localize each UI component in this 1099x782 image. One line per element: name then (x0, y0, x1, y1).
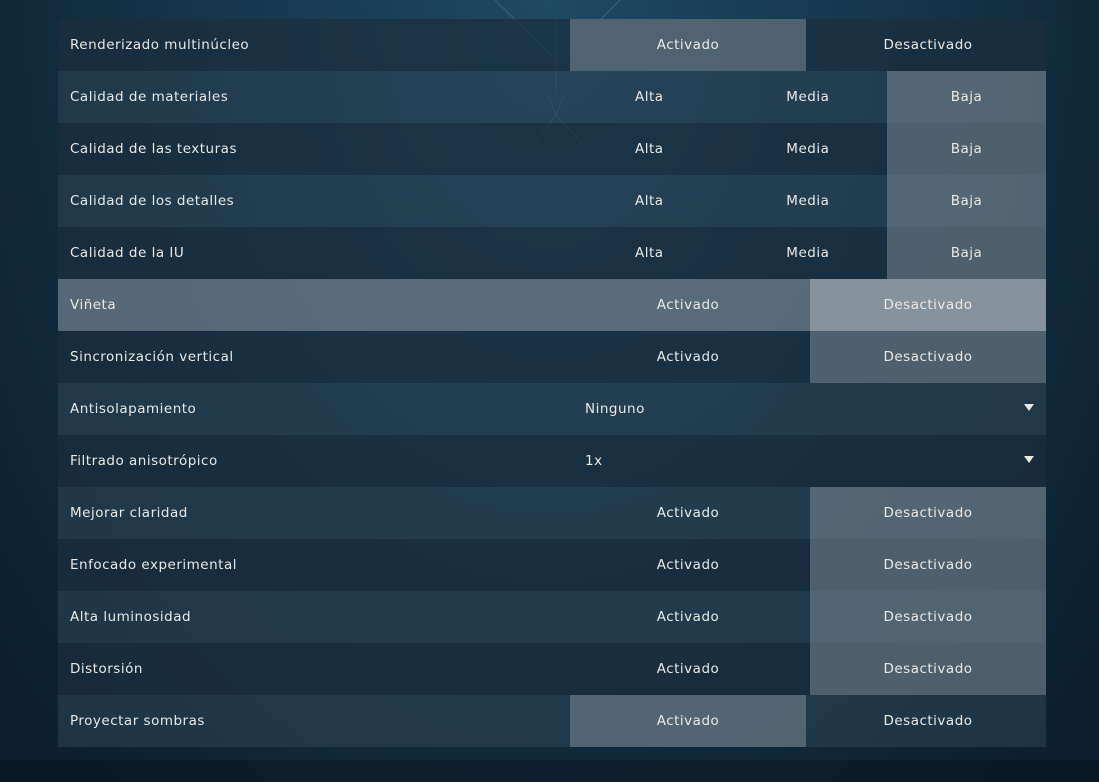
setting-label: Enfocado experimental (70, 557, 237, 573)
option-button[interactable]: Alta (570, 123, 729, 175)
option-button[interactable]: Activado (570, 279, 806, 331)
settings-row: Antisolapamiento Ninguno (58, 383, 1046, 435)
setting-label: Distorsión (70, 661, 143, 677)
setting-options: Alta Media Baja (570, 71, 1046, 123)
option-button[interactable]: Desactivado (810, 279, 1046, 331)
dropdown-value: 1x (585, 453, 603, 469)
option-button[interactable]: Baja (887, 123, 1046, 175)
setting-label: Calidad de la IU (70, 245, 185, 261)
video-settings-list: Renderizado multinúcleo Activado Desactiva… (58, 19, 1046, 747)
setting-label: Sincronización vertical (70, 349, 234, 365)
option-button[interactable]: Baja (887, 227, 1046, 279)
option-button[interactable]: Activado (570, 19, 806, 71)
option-button[interactable]: Media (729, 175, 888, 227)
setting-options: Alta Media Baja (570, 227, 1046, 279)
setting-options: Activado Desactivado (570, 487, 1046, 539)
option-button[interactable]: Baja (887, 175, 1046, 227)
setting-dropdown[interactable]: Ninguno (570, 383, 1046, 435)
settings-row: Proyectar sombras Activado Desactivado (58, 695, 1046, 747)
setting-label: Mejorar claridad (70, 505, 188, 521)
settings-row: Sincronización vertical Activado Desactiva… (58, 331, 1046, 383)
setting-options: Activado Desactivado (570, 539, 1046, 591)
settings-row: Distorsión Activado Desactivado (58, 643, 1046, 695)
setting-label: Calidad de materiales (70, 89, 229, 105)
setting-dropdown[interactable]: 1x (570, 435, 1046, 487)
setting-label: Calidad de las texturas (70, 141, 237, 157)
setting-options: Activado Desactivado (570, 279, 1046, 331)
option-button[interactable]: Desactivado (810, 695, 1046, 747)
setting-label: Alta luminosidad (70, 609, 192, 625)
option-button[interactable]: Media (729, 123, 888, 175)
setting-label: Renderizado multinúcleo (70, 37, 250, 53)
settings-row: Calidad de materiales Alta Media Baja (58, 71, 1046, 123)
option-button[interactable]: Activado (570, 539, 806, 591)
dropdown-value: Ninguno (585, 401, 645, 417)
setting-label: Antisolapamiento (70, 401, 197, 417)
setting-options: Alta Media Baja (570, 175, 1046, 227)
settings-row: Alta luminosidad Activado Desactivado (58, 591, 1046, 643)
settings-row: Enfocado experimental Activado Desactivado (58, 539, 1046, 591)
settings-row: Viñeta Activado Desactivado (58, 279, 1046, 331)
option-button[interactable]: Activado (570, 643, 806, 695)
setting-options: Alta Media Baja (570, 123, 1046, 175)
settings-row: Renderizado multinúcleo Activado Desactiva… (58, 19, 1046, 71)
setting-options: Activado Desactivado (570, 331, 1046, 383)
option-button[interactable]: Activado (570, 331, 806, 383)
option-button[interactable]: Media (729, 71, 888, 123)
option-button[interactable]: Desactivado (810, 331, 1046, 383)
settings-row: Calidad de las texturas Alta Media Baja (58, 123, 1046, 175)
option-button[interactable]: Baja (887, 71, 1046, 123)
setting-options: Activado Desactivado (570, 591, 1046, 643)
caret-down-icon (1024, 404, 1034, 411)
setting-options: Activado Desactivado (570, 19, 1046, 71)
option-button[interactable]: Desactivado (810, 591, 1046, 643)
settings-row: Mejorar claridad Activado Desactivado (58, 487, 1046, 539)
option-button[interactable]: Activado (570, 487, 806, 539)
option-button[interactable]: Alta (570, 71, 729, 123)
setting-label: Filtrado anisotrópico (70, 453, 218, 469)
option-button[interactable]: Desactivado (810, 643, 1046, 695)
caret-down-icon (1024, 456, 1034, 463)
settings-row: Calidad de los detalles Alta Media Baja (58, 175, 1046, 227)
settings-row: Filtrado anisotrópico 1x (58, 435, 1046, 487)
option-button[interactable]: Activado (570, 591, 806, 643)
option-button[interactable]: Alta (570, 175, 729, 227)
setting-options: Activado Desactivado (570, 643, 1046, 695)
setting-label: Calidad de los detalles (70, 193, 235, 209)
settings-row: Calidad de la IU Alta Media Baja (58, 227, 1046, 279)
option-button[interactable]: Alta (570, 227, 729, 279)
option-button[interactable]: Desactivado (810, 19, 1046, 71)
option-button[interactable]: Desactivado (810, 487, 1046, 539)
setting-label: Proyectar sombras (70, 713, 205, 729)
option-button[interactable]: Media (729, 227, 888, 279)
option-button[interactable]: Desactivado (810, 539, 1046, 591)
setting-options: Activado Desactivado (570, 695, 1046, 747)
setting-label: Viñeta (70, 297, 117, 313)
option-button[interactable]: Activado (570, 695, 806, 747)
